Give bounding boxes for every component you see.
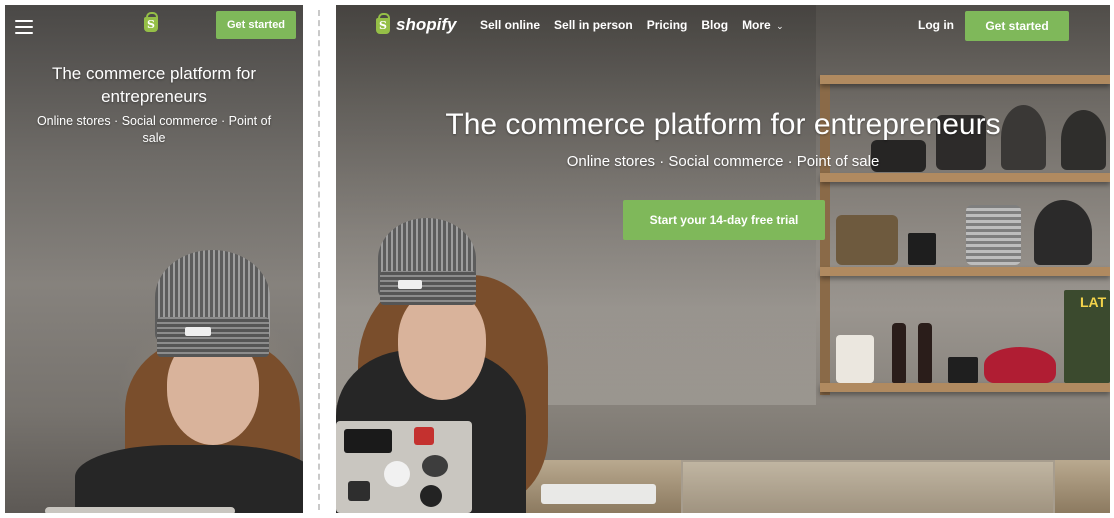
nav-sell-in-person[interactable]: Sell in person: [554, 18, 633, 32]
shelf-item-poster: LAT: [1064, 290, 1110, 383]
laptop-shape: [336, 421, 472, 513]
laptop-sticker: [414, 427, 434, 445]
shelf-top: [820, 75, 1110, 84]
laptop-sticker: [422, 455, 448, 477]
shelf-upper: [820, 173, 1110, 182]
nav-more[interactable]: More ⌄: [742, 18, 784, 32]
chevron-down-icon: ⌄: [776, 21, 784, 31]
hero-title: The commerce platform for entrepreneurs: [51, 64, 257, 106]
laptop-sticker: [420, 485, 442, 507]
laptop-shape: [45, 507, 235, 513]
hero-title: The commerce platform for entrepreneurs: [445, 108, 1001, 141]
shelf-lower: [820, 383, 1110, 392]
shelf-item-folded-beanies: [966, 205, 1021, 265]
get-started-button[interactable]: Get started: [216, 11, 296, 39]
beanie-tag-shape: [185, 327, 211, 336]
shopify-bag-icon[interactable]: S: [144, 12, 158, 32]
shopify-logo-text[interactable]: shopify: [396, 15, 456, 35]
hamburger-menu-icon[interactable]: [15, 16, 33, 38]
shelf-item-box: [948, 357, 978, 383]
main-nav: Sell online Sell in person Pricing Blog …: [480, 18, 784, 32]
start-free-trial-button[interactable]: Start your 14-day free trial: [623, 200, 825, 240]
shelf-item-bottle: [892, 323, 906, 383]
glass-case-shape: [681, 460, 1055, 513]
nav-sell-online[interactable]: Sell online: [480, 18, 540, 32]
shelf-sign-text: LAT: [1080, 294, 1107, 310]
laptop-sticker: [348, 481, 370, 501]
shelf-item-jar: [836, 335, 874, 383]
laptop-sticker: [344, 429, 392, 453]
tablet-shape: [541, 484, 656, 504]
logo-letter: S: [147, 18, 155, 31]
shelf-item-books: [836, 215, 898, 265]
nav-blog[interactable]: Blog: [701, 18, 728, 32]
desktop-preview: LAT S shopify Sell online Sell in person…: [336, 5, 1110, 513]
hero-subtitle: Online stores · Social commerce · Point …: [566, 153, 880, 170]
shelf-item-card: [908, 233, 936, 265]
nav-more-label: More: [742, 18, 771, 32]
shelf-middle: [820, 267, 1110, 276]
shopify-bag-icon[interactable]: S: [376, 13, 390, 34]
beanie-band-shape: [157, 317, 269, 357]
laptop-sticker: [384, 461, 410, 487]
log-in-link[interactable]: Log in: [918, 18, 954, 32]
nav-pricing[interactable]: Pricing: [647, 18, 688, 32]
logo-letter: S: [379, 19, 387, 32]
shelf-item-beanie: [1034, 200, 1092, 265]
beanie-tag-shape: [398, 280, 422, 289]
shelf-item-cap: [984, 347, 1056, 383]
face-shape: [398, 290, 486, 400]
jacket-shape: [75, 445, 303, 513]
beanie-band-shape: [380, 271, 476, 305]
shelf-item-bottle: [918, 323, 932, 383]
get-started-button[interactable]: Get started: [965, 11, 1069, 41]
hero-subtitle: Online stores · Social commerce · Point …: [36, 114, 272, 145]
mobile-preview: S Get started The commerce platform for …: [5, 5, 303, 513]
panel-divider: [318, 10, 320, 510]
